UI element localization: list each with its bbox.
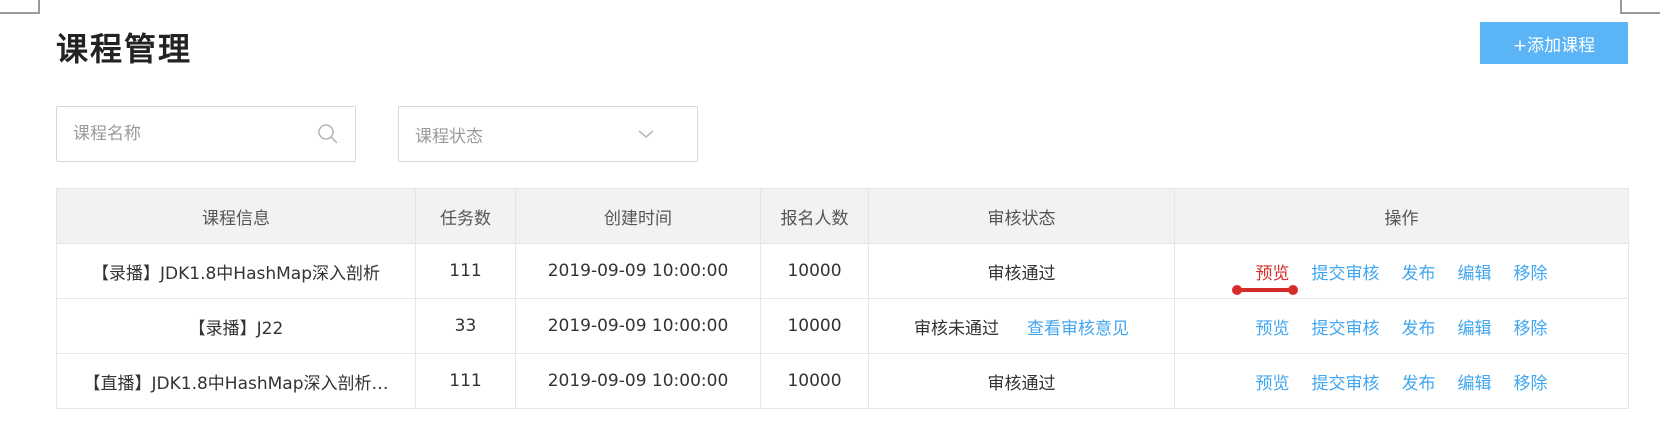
edit-link[interactable]: 编辑 [1458,259,1492,284]
course-name-search[interactable] [56,106,356,162]
page-title: 课程管理 [56,30,193,68]
created-time: 2019-09-09 10:00:00 [515,353,761,409]
review-status: 审核未通过 [914,318,999,339]
remove-link[interactable]: 移除 [1514,369,1548,394]
enrolled-count: 10000 [760,298,869,354]
task-count: 111 [415,243,516,299]
search-icon[interactable] [317,123,339,145]
preview-link[interactable]: 预览 [1256,314,1290,339]
remove-link[interactable]: 移除 [1514,314,1548,339]
task-count: 33 [415,298,516,354]
row-actions: 预览 提交审核 发布 编辑 移除 [1174,353,1629,409]
table-row: 【录播】J22 33 2019-09-09 10:00:00 10000 审核未… [56,298,1629,354]
header-enrolled: 报名人数 [760,188,869,244]
publish-link[interactable]: 发布 [1402,259,1436,284]
review-status: 审核通过 [868,243,1175,299]
header-created-time: 创建时间 [515,188,761,244]
chevron-down-icon [637,128,655,140]
edit-link[interactable]: 编辑 [1458,369,1492,394]
enrolled-count: 10000 [760,243,869,299]
add-course-button[interactable]: +添加课程 [1480,22,1628,64]
preview-link[interactable]: 预览 [1256,369,1290,394]
annotation-marker [1232,285,1298,295]
header-course-info: 课程信息 [56,188,416,244]
table-row: 【直播】JDK1.8中HashMap深入剖析… 111 2019-09-09 1… [56,353,1629,409]
view-review-opinion-link[interactable]: 查看审核意见 [1027,314,1129,339]
course-table: 课程信息 任务数 创建时间 报名人数 审核状态 操作 【录播】JDK1.8中Ha… [56,188,1629,409]
header-task-count: 任务数 [415,188,516,244]
preview-link[interactable]: 预览 [1256,259,1290,284]
submit-review-link[interactable]: 提交审核 [1312,259,1380,284]
edit-link[interactable]: 编辑 [1458,314,1492,339]
remove-link[interactable]: 移除 [1514,259,1548,284]
course-info: 【录播】J22 [56,298,416,354]
publish-link[interactable]: 发布 [1402,369,1436,394]
submit-review-link[interactable]: 提交审核 [1312,369,1380,394]
row-actions: 预览 提交审核 发布 编辑 移除 [1174,298,1629,354]
task-count: 111 [415,353,516,409]
created-time: 2019-09-09 10:00:00 [515,298,761,354]
table-header-row: 课程信息 任务数 创建时间 报名人数 审核状态 操作 [56,188,1629,244]
header-review-status: 审核状态 [868,188,1175,244]
publish-link[interactable]: 发布 [1402,314,1436,339]
course-name-input[interactable] [73,124,317,144]
created-time: 2019-09-09 10:00:00 [515,243,761,299]
course-info: 【录播】JDK1.8中HashMap深入剖析 [56,243,416,299]
course-info: 【直播】JDK1.8中HashMap深入剖析… [56,353,416,409]
course-status-select[interactable]: 课程状态 [398,106,698,162]
review-status: 审核通过 [868,353,1175,409]
frame-line-right-h [1620,12,1660,14]
review-status-cell: 审核未通过 查看审核意见 [868,298,1175,354]
enrolled-count: 10000 [760,353,869,409]
header-actions: 操作 [1174,188,1629,244]
table-row: 【录播】JDK1.8中HashMap深入剖析 111 2019-09-09 10… [56,243,1629,299]
course-status-placeholder: 课程状态 [415,126,483,147]
submit-review-link[interactable]: 提交审核 [1312,314,1380,339]
frame-line-left-h [0,12,40,14]
